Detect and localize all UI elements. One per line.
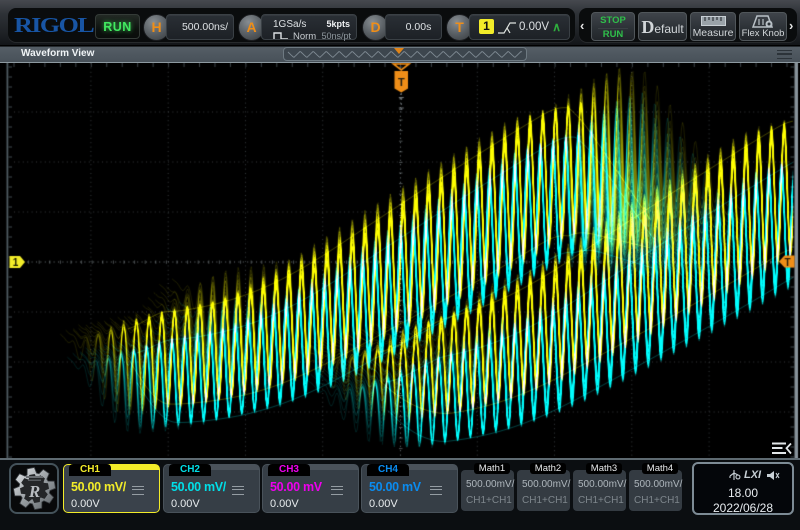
svg-text:R: R — [28, 482, 40, 501]
